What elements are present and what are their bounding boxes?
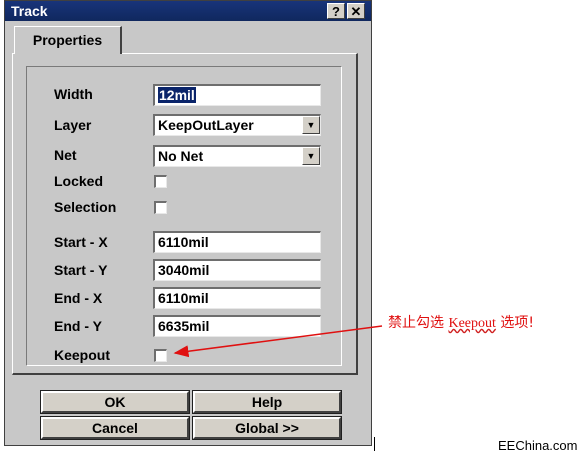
annotation-text: 禁止勾选 Keepout 选项! — [388, 312, 534, 332]
annotation-keyword: Keepout — [448, 316, 496, 331]
annotation-arrow — [173, 325, 383, 358]
tab-properties[interactable]: Properties — [14, 26, 122, 54]
text-cursor — [374, 437, 375, 451]
annotation-prefix: 禁止勾选 — [388, 315, 449, 331]
annotation-suffix: 选项! — [495, 315, 534, 331]
watermark: EEChina.com — [498, 438, 578, 453]
